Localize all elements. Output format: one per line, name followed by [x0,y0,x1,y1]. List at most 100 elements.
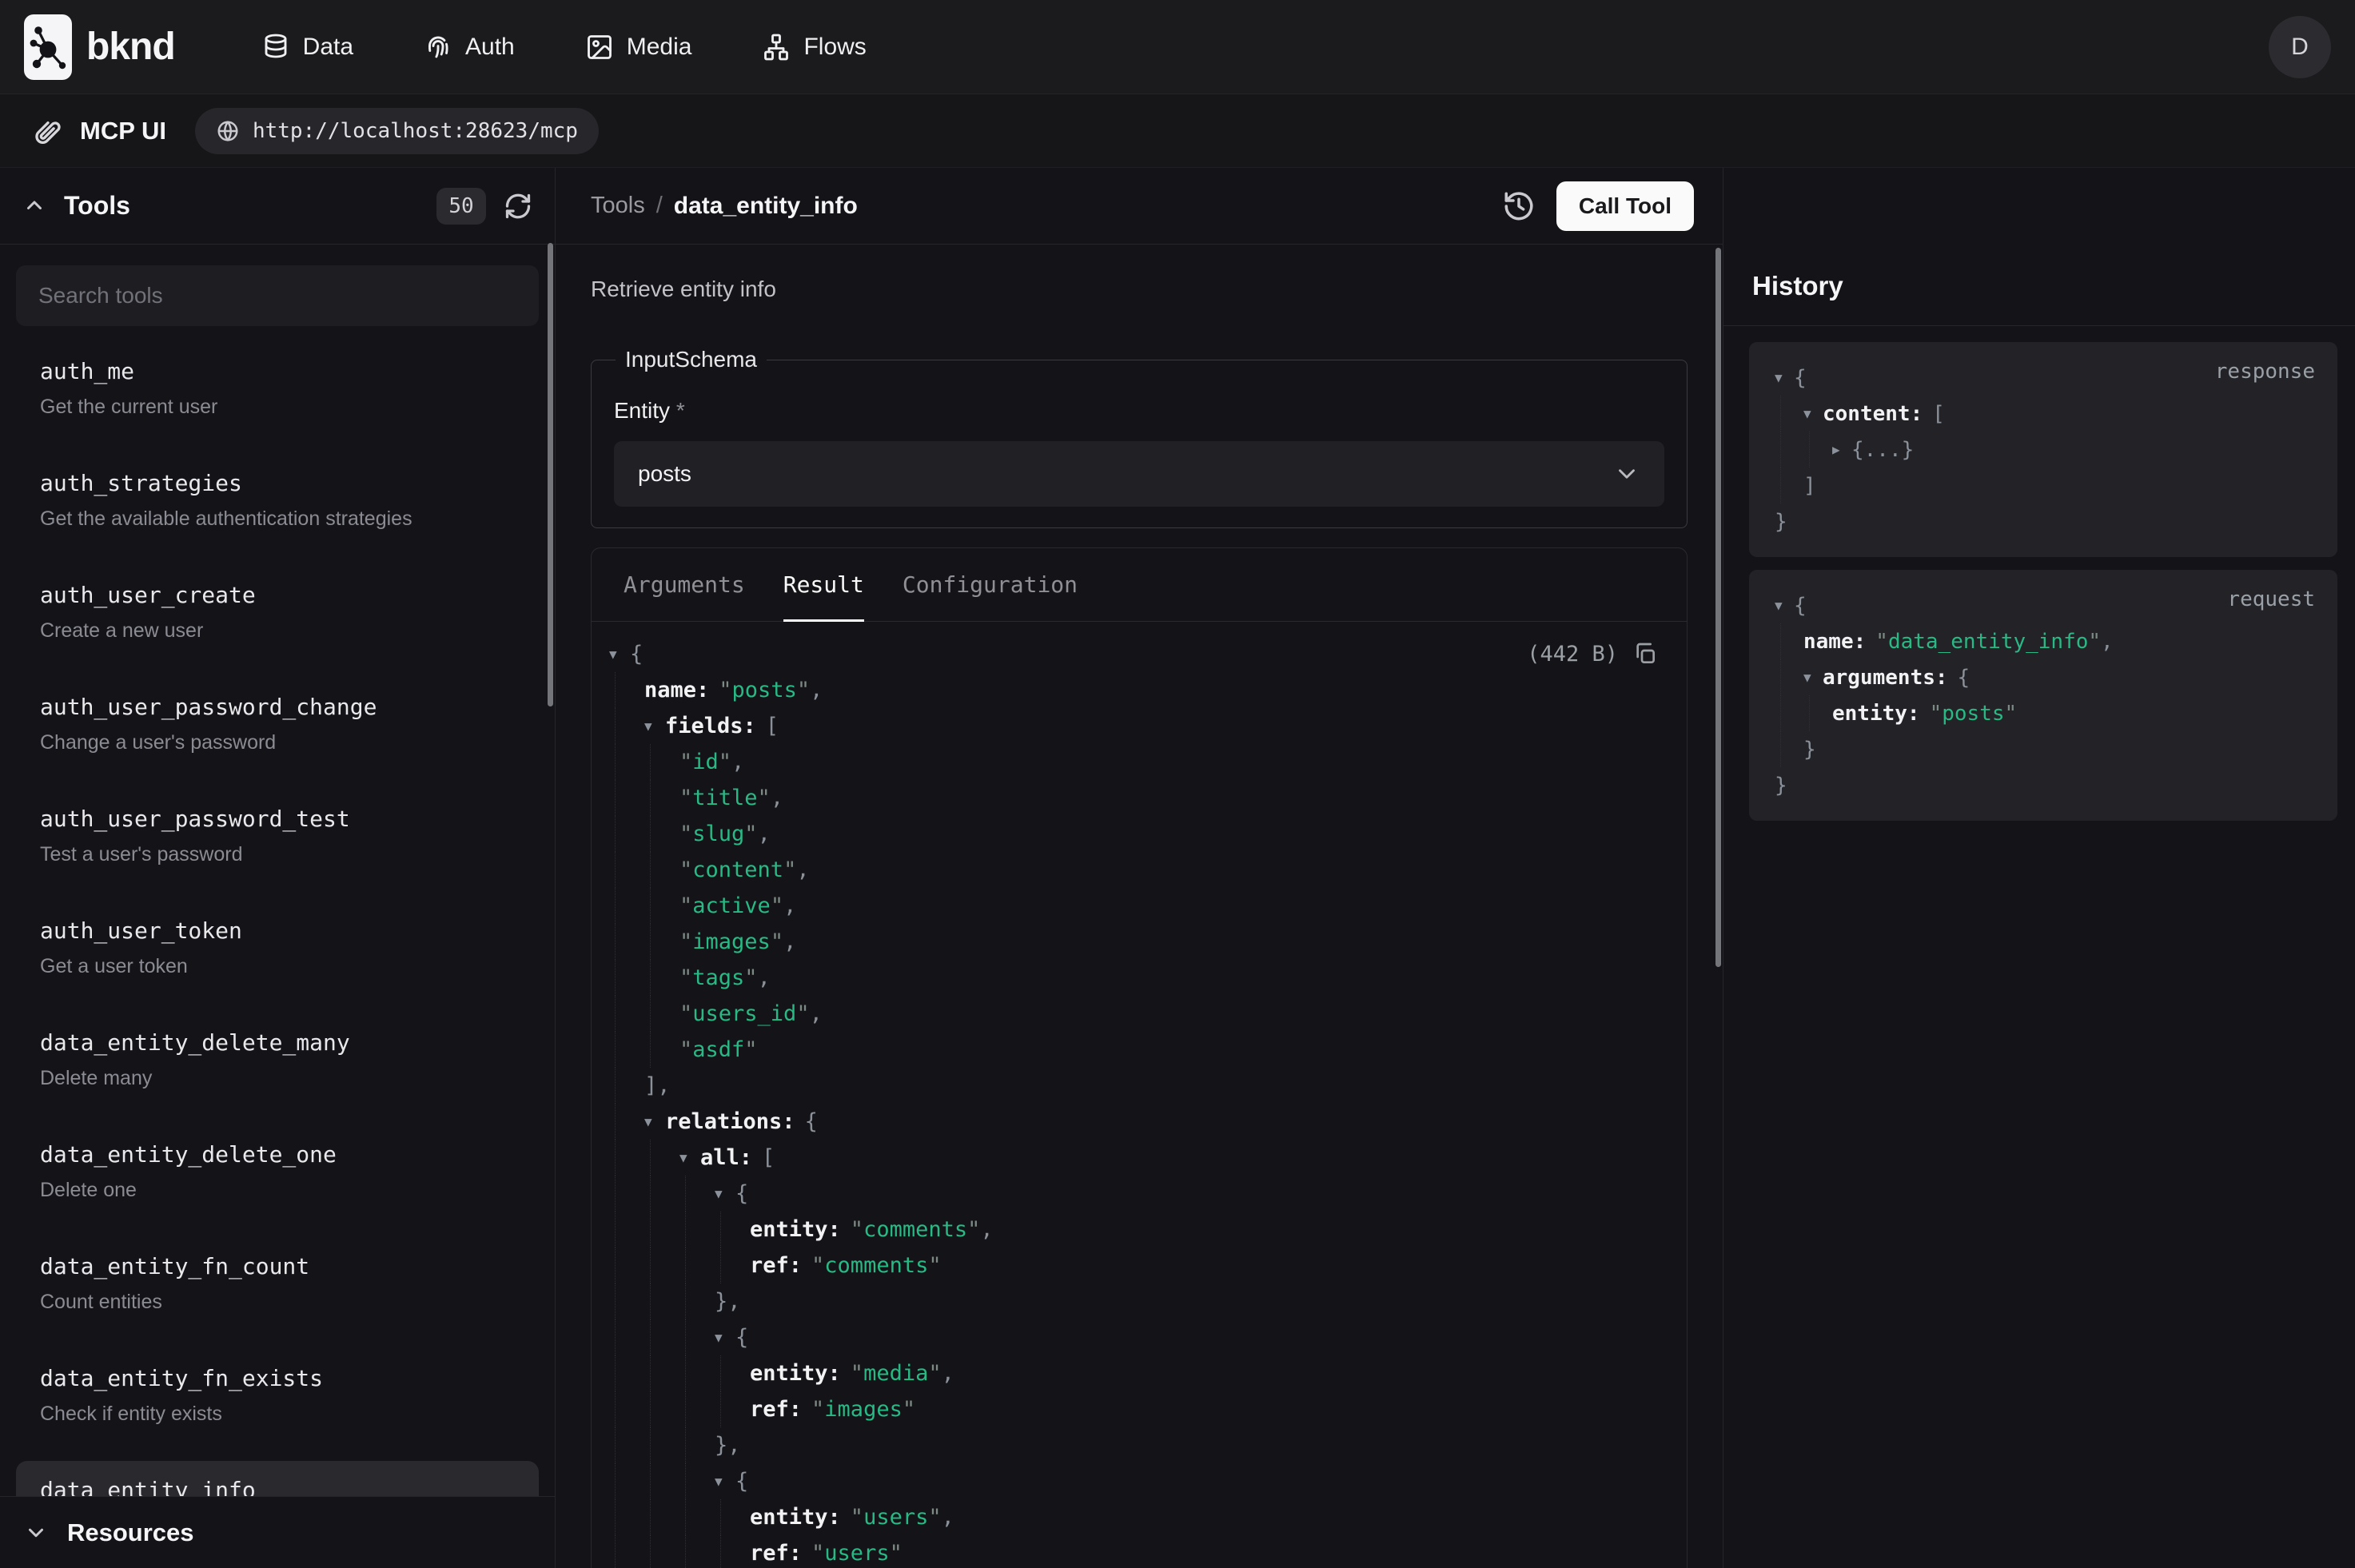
collapse-toggle-icon[interactable]: ▼ [1803,406,1823,421]
collapse-toggle-icon[interactable]: ▼ [1775,598,1794,613]
history-panel: History response▼{▼content:[▶{...}]}requ… [1723,168,2355,1568]
json-string-value: posts [732,678,797,702]
globe-icon [216,119,240,143]
json-string-value: tags [692,965,744,990]
breadcrumb-tools[interactable]: Tools [591,193,645,219]
json-key: entity: [750,1505,841,1530]
chevron-up-icon[interactable] [22,194,46,218]
tool-detail-body: Retrieve entity info InputSchema Entity … [556,245,1723,1568]
tool-name: auth_strategies [40,470,515,497]
quote: " [719,678,731,702]
indent-guide [650,1032,651,1068]
json-punctuation: { [1794,594,1807,618]
quote: " [2088,630,2101,654]
quote: " [679,929,692,954]
collapse-toggle-icon[interactable]: ▼ [644,1114,665,1129]
indent-guide [615,816,616,852]
quote: " [679,1001,692,1026]
indent-guide [650,852,651,888]
history-button[interactable] [1502,189,1536,223]
json-punctuation: { [735,1325,748,1350]
collapse-toggle-icon[interactable]: ▼ [679,1150,700,1165]
indent-guide [650,1499,651,1535]
resources-section-header[interactable]: Resources [0,1496,555,1568]
image-icon [585,33,614,62]
tool-item-data_entity_fn_count[interactable]: data_entity_fn_countCount entities [16,1237,539,1330]
tool-description: Delete many [40,1066,515,1090]
server-url[interactable]: http://localhost:28623/mcp [195,108,599,154]
tool-item-auth_user_password_test[interactable]: auth_user_password_testTest a user's pas… [16,790,539,882]
quote: " [719,750,731,774]
tool-item-auth_strategies[interactable]: auth_strategiesGet the available authent… [16,454,539,547]
history-card-response[interactable]: response▼{▼content:[▶{...}]} [1749,342,2337,557]
indent-guide [615,1427,616,1463]
indent-guide [1780,432,1781,468]
nav-item-auth[interactable]: Auth [424,33,515,62]
nav-item-flows[interactable]: Flows [762,33,866,62]
search-input[interactable]: Search tools [16,265,539,326]
indent-guide [650,1319,651,1355]
tool-item-data_entity_info[interactable]: data_entity_infoRetrieve entity info [16,1461,539,1496]
quote: " [679,822,692,846]
json-punctuation: } [1775,510,1787,534]
json-line: entity:"comments", [592,1212,1658,1248]
tool-item-data_entity_delete_one[interactable]: data_entity_delete_oneDelete one [16,1125,539,1218]
indent-guide [650,780,651,816]
result-json-viewer: (442 B) ▼{name:"posts",▼fields:["id","ti… [592,622,1687,1568]
json-line: } [1771,731,2315,767]
collapse-toggle-icon[interactable]: ▼ [644,718,665,734]
tool-item-data_entity_delete_many[interactable]: data_entity_delete_manyDelete many [16,1013,539,1106]
breadcrumb-current: data_entity_info [674,193,858,220]
quote: " [744,965,757,990]
main-scrollbar[interactable] [1715,248,1721,967]
json-punctuation: } [1775,774,1787,798]
indent-guide [1780,468,1781,503]
tool-name: auth_user_password_change [40,694,515,721]
indent-guide [650,1355,651,1391]
collapse-toggle-icon[interactable]: ▼ [1775,370,1794,385]
collapse-toggle-icon[interactable]: ▼ [609,647,630,662]
indent-guide [1780,659,1781,695]
json-string-value: users [824,1541,889,1566]
entity-select[interactable]: posts [614,441,1664,507]
indent-guide [720,1355,721,1391]
json-line: entity:"media", [592,1355,1658,1391]
tool-description: Test a user's password [40,842,515,866]
indent-guide [650,1535,651,1568]
indent-guide [685,1212,686,1248]
nav-item-data[interactable]: Data [261,33,353,62]
tool-item-data_entity_fn_exists[interactable]: data_entity_fn_existsCheck if entity exi… [16,1349,539,1442]
sidebar-scrollbar[interactable] [548,243,553,706]
tool-item-auth_user_create[interactable]: auth_user_createCreate a new user [16,566,539,659]
json-line: ▼{ [592,1463,1658,1499]
collapse-toggle-icon[interactable]: ▼ [715,1186,735,1201]
indent-guide [615,888,616,924]
call-tool-button[interactable]: Call Tool [1556,181,1694,231]
tab-configuration[interactable]: Configuration [903,548,1078,621]
collapse-toggle-icon[interactable]: ▼ [715,1330,735,1345]
nav-item-media[interactable]: Media [585,33,692,62]
entity-select-value: posts [638,461,691,487]
json-string-value: images [692,929,771,954]
avatar[interactable]: D [2269,16,2331,78]
json-comma: , [810,1001,823,1026]
chevron-down-icon [1613,460,1640,488]
expand-toggle-icon[interactable]: ▶ [1832,442,1851,457]
quote: " [1875,630,1888,654]
tool-item-auth_user_password_change[interactable]: auth_user_password_changeChange a user's… [16,678,539,770]
brand-logo[interactable]: bknd [24,14,175,80]
tab-arguments[interactable]: Arguments [624,548,745,621]
json-comma: , [771,786,783,810]
history-card-request[interactable]: request▼{name:"data_entity_info",▼argume… [1749,570,2337,821]
json-line: ] [1771,468,2315,503]
collapse-toggle-icon[interactable]: ▼ [1803,670,1823,685]
json-line: ref:"users" [592,1535,1658,1568]
json-string-value: comments [824,1253,928,1278]
tab-result[interactable]: Result [783,548,864,621]
refresh-tools-button[interactable] [504,192,532,221]
json-comma: , [942,1505,954,1530]
tool-item-auth_user_token[interactable]: auth_user_tokenGet a user token [16,901,539,994]
collapse-toggle-icon[interactable]: ▼ [715,1474,735,1489]
quote: " [811,1397,824,1422]
tool-item-auth_me[interactable]: auth_meGet the current user [16,342,539,435]
